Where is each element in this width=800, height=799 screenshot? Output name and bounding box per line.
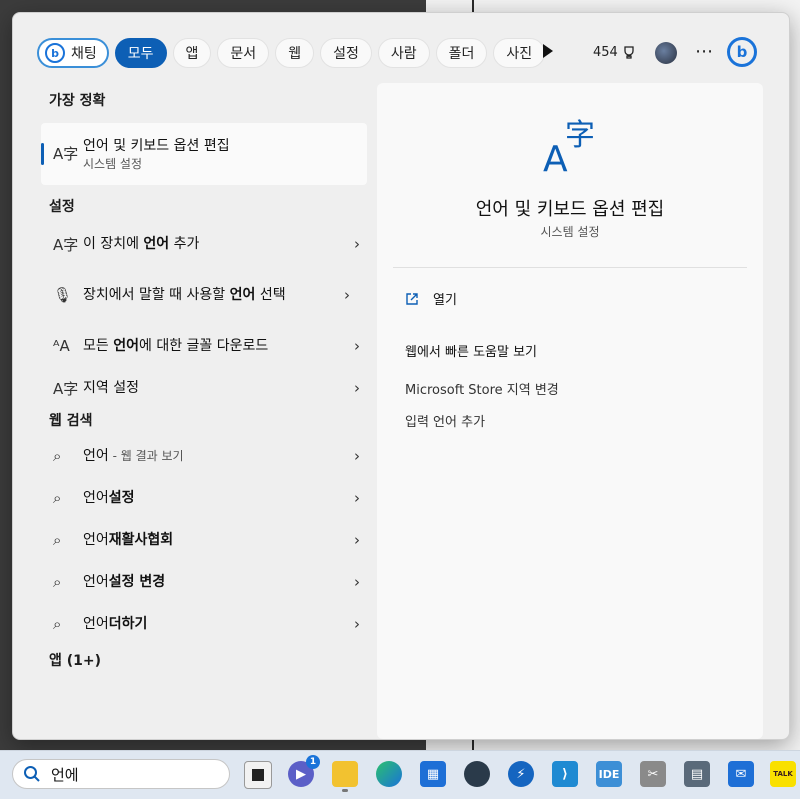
font-icon: ᴬA xyxy=(53,337,70,355)
language-icon: A 字 xyxy=(543,118,595,175)
best-match-subtitle: 시스템 설정 xyxy=(83,157,143,171)
chevron-right-icon: › xyxy=(354,573,360,591)
notification-badge: 1 xyxy=(306,755,320,769)
selection-indicator xyxy=(41,143,44,165)
rewards-points[interactable]: 454 xyxy=(593,45,636,60)
store-icon[interactable]: ▦ xyxy=(420,761,446,787)
chat-app-icon[interactable]: ▶ 1 xyxy=(288,755,320,787)
chevron-right-icon: › xyxy=(354,235,360,253)
tab-folders[interactable]: 폴더 xyxy=(435,38,488,68)
file-explorer-icon[interactable] xyxy=(332,761,358,787)
svg-text:字: 字 xyxy=(565,118,595,153)
chevron-right-icon: › xyxy=(354,531,360,549)
calculator-icon[interactable]: ▤ xyxy=(684,761,710,787)
web-result-label: 언어더하기 xyxy=(83,616,148,632)
app-icon-bolt[interactable]: ⚡ xyxy=(508,761,534,787)
avatar[interactable] xyxy=(655,42,677,64)
search-icon: ⌕ xyxy=(53,489,62,507)
filter-bar: b 채팅 모두 앱 문서 웹 설정 사람 폴더 사진 xyxy=(37,37,546,69)
best-match-heading: 가장 정확 xyxy=(49,93,106,109)
settings-item-region[interactable]: A字 지역 설정 › xyxy=(41,367,367,409)
bing-chat-icon[interactable]: b xyxy=(727,37,757,67)
app-icon-bird[interactable] xyxy=(464,761,490,787)
points-value: 454 xyxy=(593,45,618,60)
settings-item-label: 이 장치에 언어 추가 xyxy=(83,236,200,252)
trophy-icon xyxy=(624,45,634,59)
tab-documents[interactable]: 문서 xyxy=(217,38,270,68)
chevron-right-icon: › xyxy=(354,337,360,355)
tab-all[interactable]: 모두 xyxy=(114,38,167,68)
web-result-label: 언어재활사협회 xyxy=(83,532,174,548)
divider xyxy=(393,267,747,268)
web-result-item[interactable]: ⌕ 언어재활사협회 › xyxy=(41,519,367,561)
tab-people[interactable]: 사람 xyxy=(377,38,430,68)
chevron-right-icon: › xyxy=(354,615,360,633)
search-icon xyxy=(24,766,40,782)
add-input-language-link[interactable]: 입력 언어 추가 xyxy=(405,411,485,430)
chat-chip[interactable]: b 채팅 xyxy=(37,38,109,68)
store-region-link[interactable]: Microsoft Store 지역 변경 xyxy=(405,379,559,398)
results-list: 가장 정확 A字 언어 및 키보드 옵션 편집 시스템 설정 설정 A字 이 장… xyxy=(41,91,367,671)
detail-title: 언어 및 키보드 옵션 편집 xyxy=(475,199,665,220)
tab-apps[interactable]: 앱 xyxy=(172,38,212,68)
chat-label: 채팅 xyxy=(71,46,97,62)
apps-heading: 앱 (1+) xyxy=(49,653,102,669)
chevron-right-icon: › xyxy=(354,447,360,465)
search-value: 언에 xyxy=(51,765,79,784)
search-icon: ⌕ xyxy=(53,615,62,633)
microphone-icon: 🎙 xyxy=(53,286,73,304)
web-result-item[interactable]: ⌕ 언어설정 › xyxy=(41,477,367,519)
chevron-right-icon: › xyxy=(344,286,350,304)
kakaotalk-icon[interactable]: TALK xyxy=(770,761,796,787)
scroll-filters-right-icon[interactable] xyxy=(543,44,553,58)
settings-heading: 설정 xyxy=(49,199,75,215)
tab-settings[interactable]: 설정 xyxy=(320,38,372,68)
web-result-label: 언어설정 xyxy=(83,490,135,506)
settings-item-add-language[interactable]: A字 이 장치에 언어 추가 › xyxy=(41,223,367,265)
settings-item-label: 장치에서 말할 때 사용할 언어 선택 xyxy=(83,287,286,303)
best-match-item[interactable]: A字 언어 및 키보드 옵션 편집 시스템 설정 xyxy=(41,123,367,185)
vscode-icon[interactable]: ⟩ xyxy=(552,761,578,787)
settings-item-download-fonts[interactable]: ᴬA 모든 언어에 대한 글꼴 다운로드 › xyxy=(41,325,367,367)
web-result-label: 언어설정 변경 xyxy=(83,574,166,590)
ide-icon[interactable]: IDE xyxy=(596,761,622,787)
web-result-item[interactable]: ⌕ 언어더하기 › xyxy=(41,603,367,645)
tab-web[interactable]: 웹 xyxy=(275,38,315,68)
running-indicator xyxy=(342,789,348,792)
web-result-label: 언어 - 웹 결과 보기 xyxy=(83,448,184,464)
more-options-icon[interactable]: ⋯ xyxy=(695,41,714,62)
search-icon: ⌕ xyxy=(53,573,62,591)
web-result-item[interactable]: ⌕ 언어 - 웹 결과 보기 › xyxy=(41,435,367,477)
search-panel: b 채팅 모두 앱 문서 웹 설정 사람 폴더 사진 454 ⋯ b 가장 정확… xyxy=(12,12,790,740)
tab-photos[interactable]: 사진 xyxy=(493,38,546,68)
settings-item-label: 모든 언어에 대한 글꼴 다운로드 xyxy=(83,338,269,354)
bing-icon: b xyxy=(45,43,65,63)
best-match-title: 언어 및 키보드 옵션 편집 xyxy=(83,138,230,154)
language-icon: A字 xyxy=(53,145,79,163)
settings-item-label: 지역 설정 xyxy=(83,380,139,396)
chevron-right-icon: › xyxy=(354,379,360,397)
language-icon: A字 xyxy=(53,235,79,254)
taskbar: 언에 ▶ 1 ▦ ⚡ ⟩ IDE ✂ ▤ ✉ TALK xyxy=(0,750,800,799)
edge-browser-icon[interactable] xyxy=(376,761,402,787)
task-view-icon[interactable] xyxy=(244,761,272,789)
tools-icon[interactable]: ✂ xyxy=(640,761,666,787)
search-icon: ⌕ xyxy=(53,531,62,549)
web-result-item[interactable]: ⌕ 언어설정 변경 › xyxy=(41,561,367,603)
detail-subtitle: 시스템 설정 xyxy=(540,225,600,239)
language-icon: A字 xyxy=(53,379,79,398)
open-label: 열기 xyxy=(433,293,457,308)
detail-pane: A 字 언어 및 키보드 옵션 편집 시스템 설정 열기 웹에서 빠른 도움말 … xyxy=(377,83,763,739)
taskbar-search-input[interactable]: 언에 xyxy=(12,759,230,789)
open-action[interactable]: 열기 xyxy=(405,289,457,308)
search-icon: ⌕ xyxy=(53,447,62,465)
open-external-icon xyxy=(406,292,418,305)
quick-help-link[interactable]: 웹에서 빠른 도움말 보기 xyxy=(405,341,537,360)
chevron-right-icon: › xyxy=(354,489,360,507)
settings-item-speech-language[interactable]: 🎙 장치에서 말할 때 사용할 언어 선택 › xyxy=(41,265,367,325)
web-search-heading: 웹 검색 xyxy=(49,413,93,429)
mail-icon[interactable]: ✉ xyxy=(728,761,754,787)
